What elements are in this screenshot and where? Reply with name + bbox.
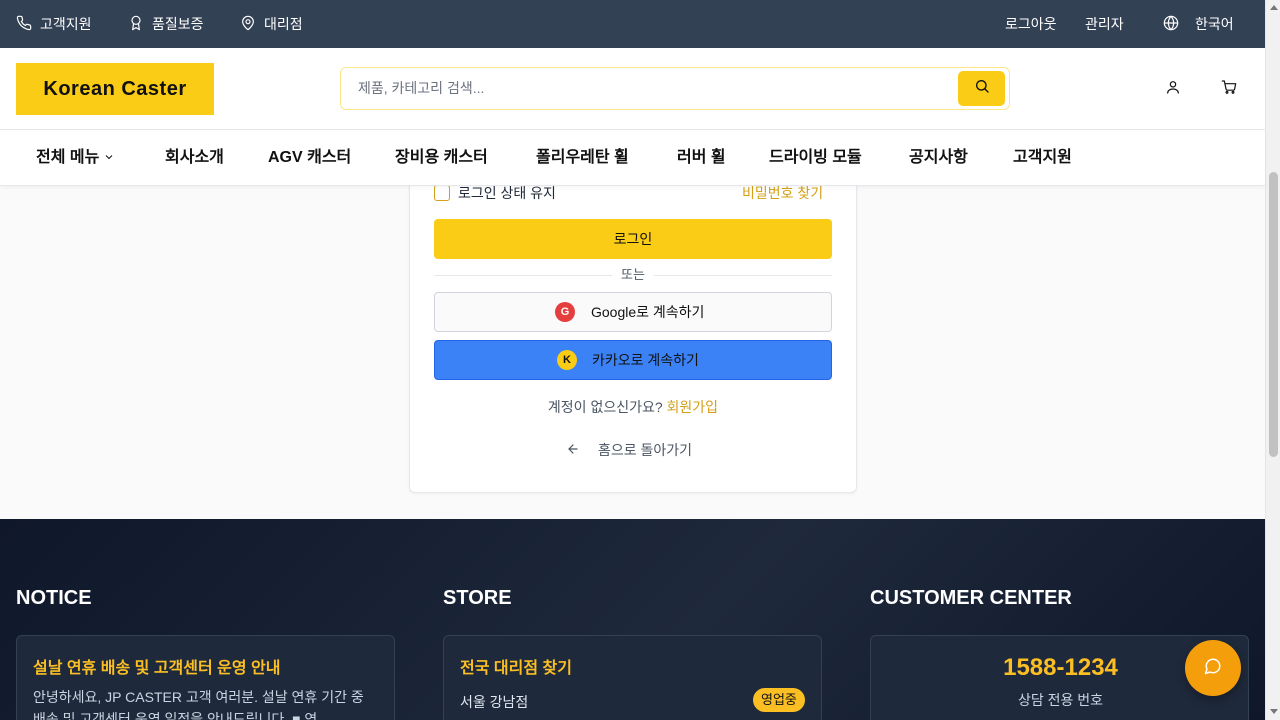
kakao-login-button[interactable]: K 카카오로 계속하기 [434,340,832,380]
scroll-up-icon[interactable] [1270,5,1278,10]
admin-label: 관리자 [1085,16,1124,32]
divider-label: 또는 [612,266,654,284]
notice-heading: NOTICE [16,587,92,609]
forgot-password-link[interactable]: 비밀번호 찾기 [742,184,823,202]
phone-icon [16,15,32,34]
notice-card[interactable]: 설날 연휴 배송 및 고객센터 운영 안내 안녕하세요, JP CASTER 고… [16,635,395,720]
back-home-label: 홈으로 돌아가기 [598,442,693,458]
cart-button[interactable] [1219,79,1239,99]
nav-polyurethane-wheel[interactable]: 폴리우레탄 휠 [536,130,629,186]
nav-rubber-wheel[interactable]: 러버 휠 [677,130,726,186]
cart-icon [1221,79,1237,100]
store-card: 전국 대리점 찾기 서울 강남점 영업중 [443,635,822,720]
signup-prompt-text: 계정이 없으신가요? [547,399,663,415]
back-home-link[interactable]: 홈으로 돌아가기 [566,440,692,460]
nav-notice[interactable]: 공지사항 [909,130,968,186]
chat-icon [1204,657,1222,680]
site-footer: NOTICE STORE CUSTOMER CENTER 설날 연휴 배송 및 … [0,519,1265,720]
arrow-left-icon [566,442,580,459]
chat-button[interactable] [1185,640,1241,696]
notice-body: 안녕하세요, JP CASTER 고객 여러분. 설날 연휴 기간 중 배송 및… [33,689,364,720]
kakao-login-label: 카카오로 계속하기 [592,352,699,368]
customer-center-heading: CUSTOMER CENTER [870,587,1072,609]
nav-all-menu-label: 전체 메뉴 [36,149,100,166]
login-button[interactable]: 로그인 [434,219,832,259]
status-badge: 영업중 [753,688,805,712]
search-bar[interactable]: 제품, 카테고리 검색... [340,67,1010,110]
nav-all-menu[interactable]: 전체 메뉴 [36,130,115,186]
signup-prompt: 계정이 없으신가요? 회원가입 [434,397,832,417]
chevron-down-icon [105,155,113,160]
dealer-label: 대리점 [264,16,303,32]
nav-driving-module[interactable]: 드라이빙 모듈 [769,130,862,186]
google-login-label: Google로 계속하기 [591,304,705,320]
scrollbar[interactable] [1265,0,1280,720]
remember-me[interactable]: 로그인 상태 유지 [434,184,556,202]
site-header: Korean Caster 제품, 카테고리 검색... [0,48,1265,130]
google-login-button[interactable]: G Google로 계속하기 [434,292,832,332]
store-title[interactable]: 전국 대리점 찾기 [460,654,572,678]
google-icon: G [555,302,575,322]
language-label: 한국어 [1195,16,1234,32]
signup-link[interactable]: 회원가입 [667,399,719,415]
support-label: 고객지원 [40,16,92,32]
quality-link[interactable]: 품질보증 [128,0,204,48]
logout-link[interactable]: 로그아웃 [1005,0,1057,48]
quality-label: 품질보증 [152,16,204,32]
nav-agv-caster[interactable]: AGV 캐스터 [268,130,351,186]
scrollbar-thumb[interactable] [1269,172,1278,457]
logout-label: 로그아웃 [1005,16,1057,32]
award-icon [128,15,144,34]
site-logo[interactable]: Korean Caster [16,63,214,115]
search-icon [974,78,990,99]
remember-checkbox[interactable] [434,185,450,201]
search-input[interactable]: 제품, 카테고리 검색... [358,68,484,109]
map-pin-icon [240,15,256,34]
search-button[interactable] [958,71,1005,106]
nav-support[interactable]: 고객지원 [1013,130,1072,186]
remember-label: 로그인 상태 유지 [458,185,556,201]
top-utility-bar: 고객지원 품질보증 대리점 로그아웃 관리자 한국어 [0,0,1265,48]
account-button[interactable] [1163,79,1183,99]
store-branch[interactable]: 서울 강남점 [460,692,528,712]
user-icon [1165,79,1181,100]
notice-title[interactable]: 설날 연휴 배송 및 고객센터 운영 안내 [33,654,280,678]
admin-link[interactable]: 관리자 [1085,0,1124,48]
kakao-icon: K [557,350,577,370]
language-selector[interactable]: 한국어 [1163,0,1234,48]
main-nav: 전체 메뉴 회사소개 AGV 캐스터 장비용 캐스터 폴리우레탄 휠 러버 휠 … [0,130,1265,186]
globe-icon [1163,15,1179,34]
dealer-link[interactable]: 대리점 [240,0,303,48]
scroll-down-icon[interactable] [1270,709,1278,714]
nav-equipment-caster[interactable]: 장비용 캐스터 [395,130,488,186]
phone-description: 상담 전용 번호 [1017,692,1104,708]
support-link[interactable]: 고객지원 [16,0,92,48]
nav-company[interactable]: 회사소개 [165,130,224,186]
store-heading: STORE [443,587,512,609]
